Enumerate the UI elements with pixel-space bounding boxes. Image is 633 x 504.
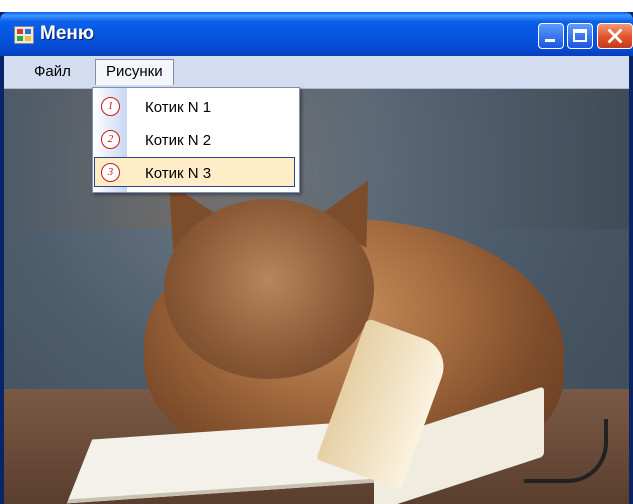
menu-item-label: Котик N 2 [145,132,212,149]
circle-number-1-icon: 1 [101,97,120,116]
menu-item-kitty-2[interactable]: 2 Котик N 2 [93,124,299,156]
title-bar[interactable]: Меню [0,12,633,56]
menu-pictures[interactable]: Рисунки [95,59,174,85]
menu-item-label: Котик N 3 [145,165,212,182]
menu-item-kitty-3[interactable]: 3 Котик N 3 [93,157,299,189]
menu-item-label: Котик N 1 [145,99,212,116]
minimize-icon [545,39,555,42]
circle-number-3-icon: 3 [101,163,120,182]
window-title: Меню [40,23,95,44]
maximize-button[interactable] [567,23,593,49]
maximize-icon [573,29,587,42]
app-window: Меню Файл Рисунки [0,12,633,504]
close-icon [607,28,623,44]
circle-number-2-icon: 2 [101,130,120,149]
menu-file[interactable]: Файл [24,59,81,85]
pictures-dropdown-menu: 1 Котик N 1 2 Котик N 2 3 Котик N 3 [92,87,300,193]
app-icon[interactable] [14,26,34,44]
menu-bar: Файл Рисунки [4,56,629,89]
menu-item-kitty-1[interactable]: 1 Котик N 1 [93,91,299,123]
photo-cat-head [164,199,374,379]
close-button[interactable] [597,23,633,49]
minimize-button[interactable] [538,23,564,49]
